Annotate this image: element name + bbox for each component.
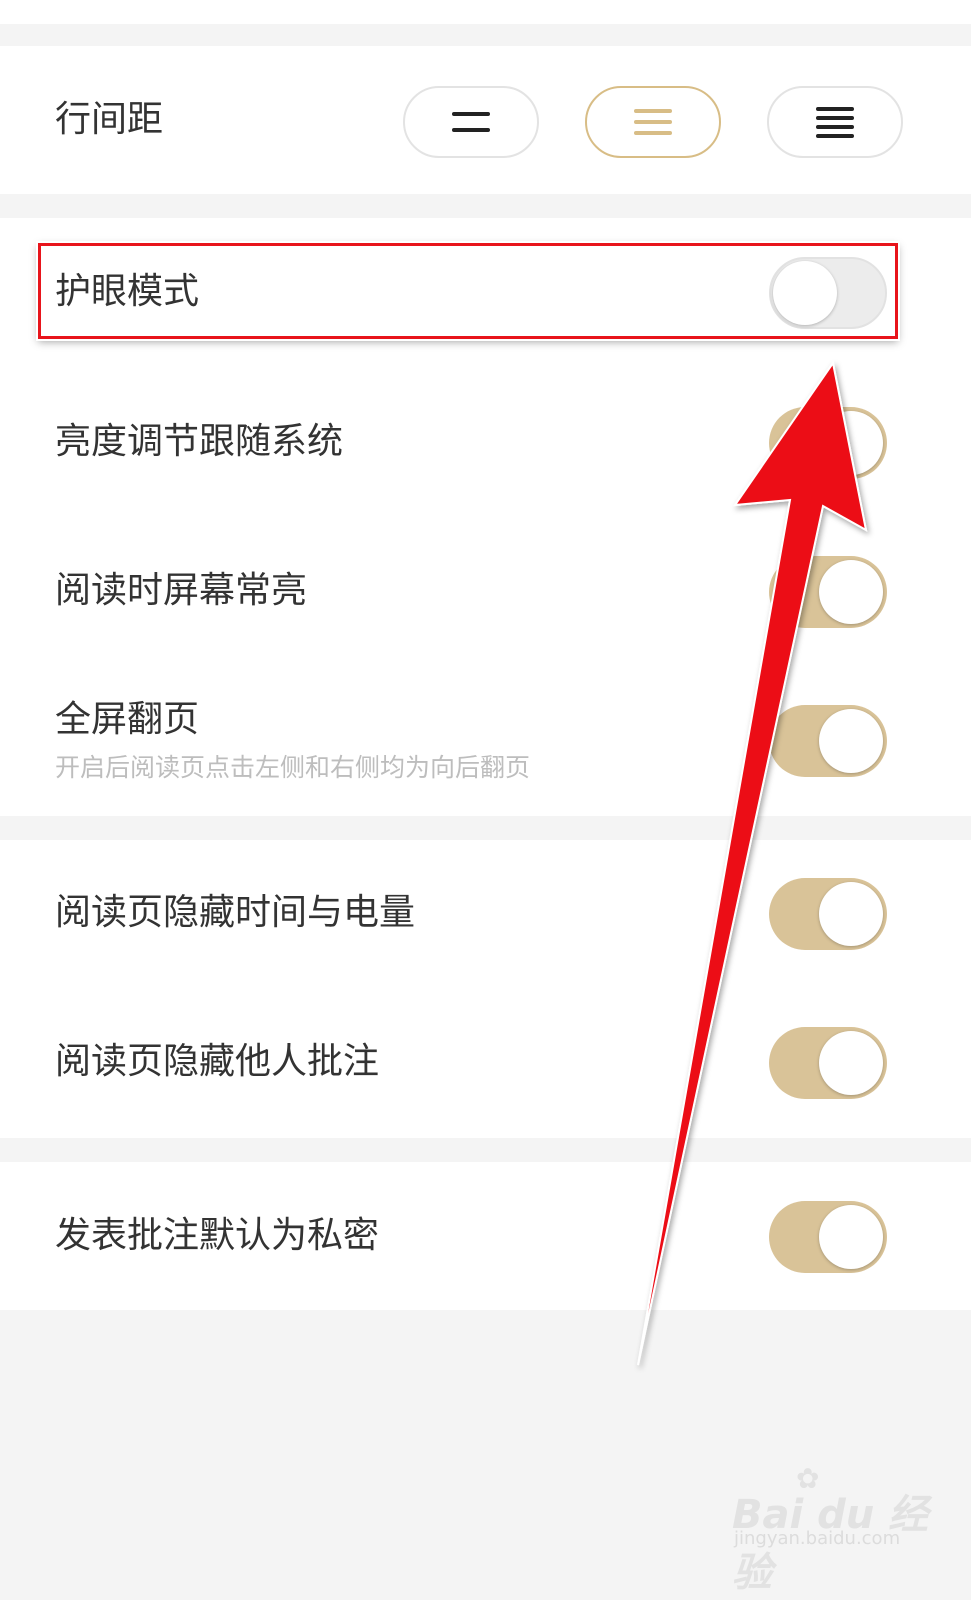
brightness-follow-system-label: 亮度调节跟随系统: [55, 421, 344, 462]
fullscreen-page-turn-toggle[interactable]: [769, 705, 887, 777]
annotation-highlight-box: [38, 243, 898, 339]
notes-private-default-label: 发表批注默认为私密: [55, 1215, 380, 1256]
hide-time-battery-toggle[interactable]: [769, 878, 887, 950]
hide-others-notes-label: 阅读页隐藏他人批注: [55, 1041, 380, 1082]
setting-row-screen-on: 阅读时屏幕常亮: [0, 518, 971, 668]
setting-row-hide-others-notes: 阅读页隐藏他人批注: [0, 989, 971, 1138]
hide-time-battery-label: 阅读页隐藏时间与电量: [55, 892, 416, 933]
baidu-jingyan-watermark: ✿ Bai du 经验 jingyan.baidu.com: [732, 1462, 932, 1596]
toggle-knob: [819, 882, 883, 946]
spacing-small-icon: [452, 112, 490, 132]
hide-others-notes-toggle[interactable]: [769, 1027, 887, 1099]
line-spacing-label: 行间距: [55, 99, 164, 140]
fullscreen-page-turn-label: 全屏翻页: [55, 699, 200, 740]
top-strip: [0, 0, 971, 24]
toggle-knob: [819, 709, 883, 773]
setting-row-fullscreen-turn: 全屏翻页 开启后阅读页点击左侧和右侧均为向后翻页: [0, 668, 971, 816]
watermark-url: jingyan.baidu.com: [734, 1528, 901, 1549]
reading-page-section: 阅读页隐藏时间与电量 阅读页隐藏他人批注: [0, 840, 971, 1138]
line-spacing-section: 行间距: [0, 46, 971, 194]
fullscreen-page-turn-description: 开启后阅读页点击左侧和右侧均为向后翻页: [55, 753, 531, 782]
brightness-follow-system-toggle[interactable]: [769, 407, 887, 479]
setting-row-notes-private: 发表批注默认为私密: [0, 1162, 971, 1310]
line-spacing-large-button[interactable]: [767, 86, 903, 158]
line-spacing-medium-button[interactable]: [585, 86, 721, 158]
spacing-large-icon: [816, 106, 854, 138]
notes-section: 发表批注默认为私密: [0, 1162, 971, 1310]
toggle-knob: [819, 560, 883, 624]
notes-private-default-toggle[interactable]: [769, 1201, 887, 1273]
toggle-knob: [819, 411, 883, 475]
setting-row-brightness: 亮度调节跟随系统: [0, 368, 971, 518]
screen-always-on-label: 阅读时屏幕常亮: [55, 570, 308, 611]
toggle-knob: [819, 1031, 883, 1095]
setting-row-hide-time-battery: 阅读页隐藏时间与电量: [0, 840, 971, 989]
spacing-medium-icon: [634, 109, 672, 135]
line-spacing-small-button[interactable]: [403, 86, 539, 158]
toggle-knob: [819, 1205, 883, 1269]
screen-always-on-toggle[interactable]: [769, 556, 887, 628]
